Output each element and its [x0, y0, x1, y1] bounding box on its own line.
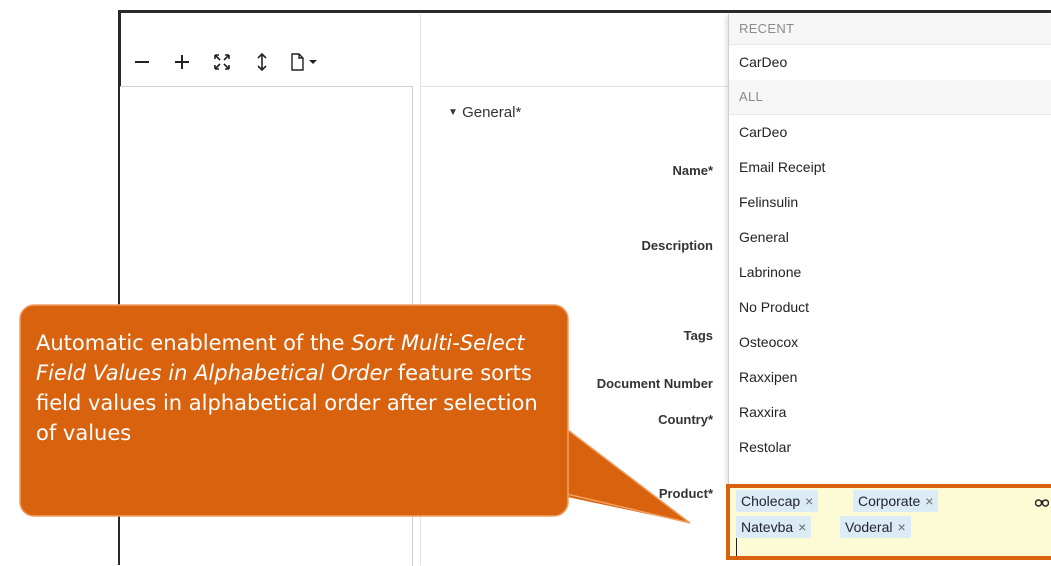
section-title: General*	[462, 104, 522, 121]
fit-screen-icon	[214, 54, 230, 70]
dropdown-option[interactable]: Email Receipt	[729, 150, 1051, 185]
remove-value-icon[interactable]: ×	[925, 493, 933, 509]
dropdown-option[interactable]: No Product	[729, 290, 1051, 325]
expand-vertical-icon	[257, 52, 267, 72]
dropdown-option[interactable]: CarDeo	[729, 115, 1051, 150]
document-number-label: Document Number	[596, 376, 713, 391]
all-group-header: ALL	[729, 80, 1051, 115]
dropdown-option[interactable]: Labrinone	[729, 255, 1051, 290]
zoom-in-button[interactable]	[162, 50, 202, 74]
selected-value-pill: Cholecap ×	[736, 490, 819, 512]
caret-down-icon: ▼	[448, 107, 458, 118]
remove-value-icon[interactable]: ×	[897, 519, 905, 535]
dropdown-option[interactable]: Raxxira	[729, 395, 1051, 430]
selected-value-pill: Voderal ×	[840, 516, 911, 538]
plus-icon	[175, 55, 189, 69]
document-menu-icon	[291, 53, 317, 71]
product-dropdown-list: RECENT CarDeo ALL CarDeo Email Receipt F…	[728, 14, 1051, 484]
pill-label: Voderal	[845, 519, 893, 535]
callout-text: Automatic enablement of the Sort Multi-S…	[36, 331, 538, 445]
dropdown-option[interactable]: Felinsulin	[729, 185, 1051, 220]
fit-height-button[interactable]	[242, 50, 282, 74]
dropdown-option[interactable]: Restolar	[729, 430, 1051, 465]
remove-value-icon[interactable]: ×	[805, 493, 813, 509]
product-multiselect-field[interactable]: Cholecap × Corporate × Natevba × Voderal ×	[726, 484, 1051, 560]
pill-label: Natevba	[741, 519, 794, 535]
pill-label: Cholecap	[741, 493, 801, 509]
dropdown-option[interactable]: CarDeo	[729, 45, 1051, 80]
tags-label: Tags	[683, 328, 713, 343]
lookup-binoculars-icon[interactable]	[1034, 494, 1050, 510]
remove-value-icon[interactable]: ×	[798, 519, 806, 535]
section-general-toggle[interactable]: ▼ General*	[448, 104, 521, 121]
description-label: Description	[641, 238, 713, 253]
fit-screen-button[interactable]	[202, 50, 242, 74]
name-label: Name*	[672, 163, 713, 178]
minus-icon	[135, 61, 149, 63]
dropdown-option[interactable]: Osteocox	[729, 325, 1051, 360]
text-cursor	[736, 538, 737, 556]
form-header-divider	[421, 86, 731, 87]
selected-value-pill: Corporate ×	[853, 490, 939, 512]
selected-value-pill: Natevba ×	[736, 516, 812, 538]
recent-group-header: RECENT	[729, 14, 1051, 45]
zoom-out-button[interactable]	[122, 50, 162, 74]
dropdown-option[interactable]: Raxxipen	[729, 360, 1051, 395]
viewer-toolbar	[122, 50, 326, 74]
dropdown-option[interactable]: General	[729, 220, 1051, 255]
document-menu-button[interactable]	[282, 50, 326, 74]
pill-label: Corporate	[858, 493, 921, 509]
country-label: Country*	[658, 412, 713, 427]
